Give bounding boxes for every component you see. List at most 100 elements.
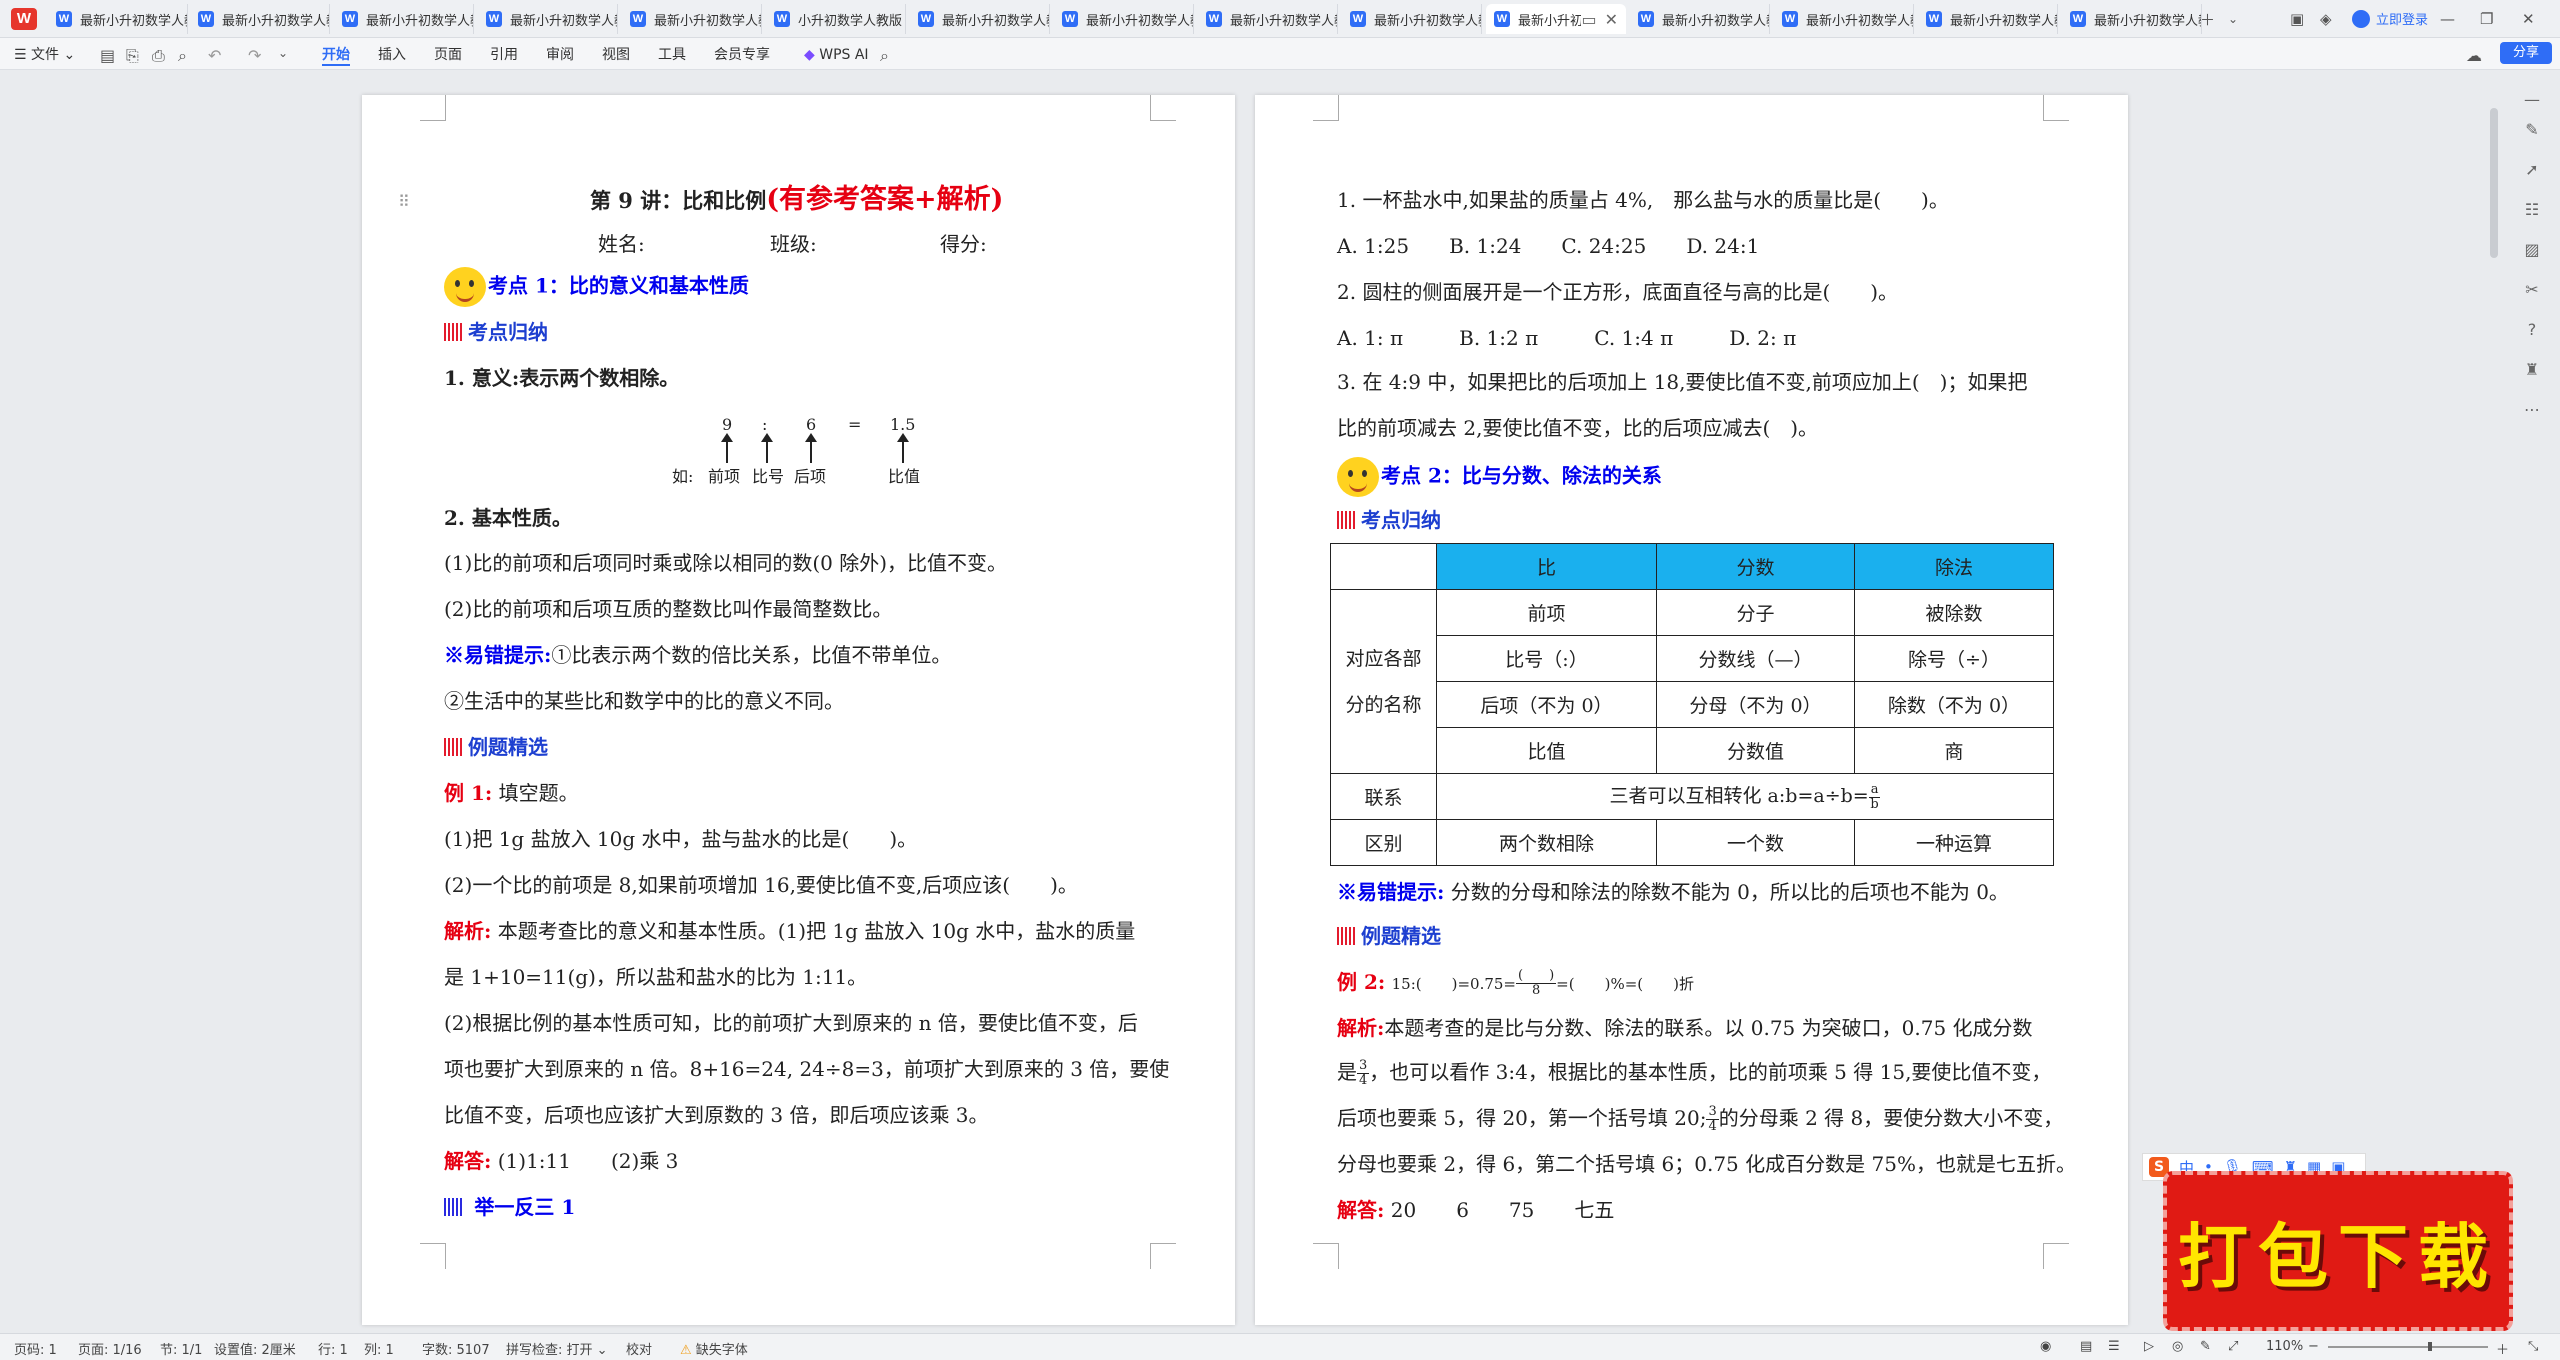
tab-list-chevron-icon[interactable]: ⌄ [2228,0,2238,38]
save-icon[interactable]: ▤ [100,46,115,65]
document-tab[interactable]: W 最新小升初数学人教 [622,4,762,34]
ribbon-tab[interactable]: 审阅 [546,44,574,66]
zoom-out-button[interactable]: − [2308,1339,2319,1354]
ribbon-tab[interactable]: 页面 [434,44,462,66]
document-page-1[interactable]: ⠿ 第 9 讲：比和比例(有参考答案+解析) 姓名: 班级: 得分: 考点 1：… [362,95,1235,1325]
table-row: 比号（:） 分数线（—） 除号（÷） [1331,635,2054,682]
play-icon[interactable]: ▷ [2144,1339,2154,1354]
document-tab[interactable]: W 最新小升初数学人教 [1054,4,1194,34]
smiley-icon [444,267,486,307]
file-menu[interactable]: ☰ 文件 ⌄ [14,44,75,66]
window-layout-icon[interactable]: ▣ [2290,0,2304,38]
page-view-icon[interactable]: ▤ [2080,1339,2092,1354]
select-cursor-icon[interactable]: ➚ [2520,158,2544,182]
table-header: 比 [1436,543,1657,590]
examples-heading: 例题精选 [444,732,548,762]
document-tab[interactable]: W 最新小升初 ▭ ✕ [1486,4,1626,34]
outline-view-icon[interactable]: ☰ [2108,1339,2120,1354]
table-cell [1330,543,1437,590]
export-icon[interactable]: ⎘ [126,46,139,66]
document-tab[interactable]: W 最新小升初数学人教 [190,4,330,34]
answer-label: 解答: [1337,1198,1385,1222]
redo-icon[interactable]: ↷ [248,46,261,65]
status-proof[interactable]: 校对 [626,1339,652,1358]
more-chevron-icon[interactable]: ⌄ [278,46,288,60]
status-missing-font[interactable]: ⚠ 缺失字体 [680,1339,748,1358]
class-label: 班级: [770,232,817,256]
share-button[interactable]: 分享 [2500,42,2552,64]
minimize-button[interactable]: — [2440,0,2455,38]
summary-heading-text: 考点归纳 [468,320,548,344]
pen-icon[interactable]: ✎ [2520,118,2544,142]
login-button[interactable]: 立即登录 [2352,9,2428,28]
fullscreen-icon[interactable]: ⤡ [2528,1339,2538,1354]
status-spell[interactable]: 拼写检查: 打开 ⌄ [506,1339,608,1358]
document-tab[interactable]: W 最新小升初数学人教 [334,4,474,34]
print-icon[interactable]: ⎙ [152,46,165,66]
search-icon[interactable]: ⌕ [880,46,889,66]
new-tab-button[interactable]: ＋ [2200,0,2215,38]
close-window-button[interactable]: ✕ [2522,0,2535,38]
ribbon-tab[interactable]: 引用 [490,44,518,66]
question-1-options: A. 1:25 B. 1:24 C. 24:25 D. 24:1 [1337,231,1759,261]
download-banner[interactable]: 打包下载 [2163,1171,2513,1331]
image-icon[interactable]: ▨ [2520,238,2544,262]
error-tip-text: 分数的分母和除法的除数不能为 0，所以比的后项也不能为 0。 [1450,880,2009,904]
status-page[interactable]: 页码: 1 [14,1339,57,1358]
help-icon[interactable]: ? [2520,318,2544,342]
web-view-icon[interactable]: ◎ [2172,1339,2183,1354]
collapse-panel-icon[interactable]: — [2520,88,2544,112]
status-setting[interactable]: 设置值: 2厘米 [214,1339,296,1358]
zoom-slider[interactable] [2328,1346,2488,1348]
ribbon-tab[interactable]: 会员专享 [714,44,770,66]
document-tab[interactable]: W 最新小升初数学人教 [478,4,618,34]
document-tab[interactable]: W 最新小升初数学人教 [2062,4,2202,34]
ribbon-tab[interactable]: 工具 [658,44,686,66]
wps-logo[interactable]: W [0,0,48,38]
analysis-3-part-a: 后项也要乘 5，得 20，第一个括号填 20; [1337,1106,1707,1130]
ribbon-tab[interactable]: 开始 [322,44,350,66]
stripe-marker-icon [1337,511,1357,529]
more-icon[interactable]: ⋯ [2520,398,2544,422]
zoom-level[interactable]: 110% [2266,1339,2303,1354]
cloud-sync-icon[interactable]: ☁ [2466,46,2482,65]
undo-icon[interactable]: ↶ [208,46,221,65]
document-tab[interactable]: W 小升初数学人教版 [766,4,906,34]
document-tab[interactable]: W 最新小升初数学人教 [1774,4,1914,34]
zoom-in-button[interactable]: ＋ [2496,1339,2509,1358]
shirt-icon[interactable]: ♜ [2520,358,2544,382]
document-tab[interactable]: W 最新小升初数学人教 [1342,4,1482,34]
status-pages[interactable]: 页面: 1/16 [78,1339,142,1358]
status-section[interactable]: 节: 1/1 [160,1339,202,1358]
drag-handle-icon[interactable]: ⠿ [398,187,410,217]
settings-sliders-icon[interactable]: ☷ [2520,198,2544,222]
tools-icon[interactable]: ✂ [2520,278,2544,302]
status-row[interactable]: 行: 1 [318,1339,348,1358]
document-tab[interactable]: W 最新小升初数学人教 [48,4,188,34]
document-tab[interactable]: W 最新小升初数学人教 [1198,4,1338,34]
tab-preview-icon[interactable]: ▭ [1581,10,1596,29]
document-page-2[interactable]: 1. 一杯盐水中,如果盐的质量占 4%, 那么盐与水的质量比是( )。 A. 1… [1255,95,2128,1325]
status-words[interactable]: 字数: 5107 [422,1339,490,1358]
restore-button[interactable]: ❐ [2480,0,2493,38]
zoom-slider-thumb[interactable] [2428,1342,2432,1351]
vertical-scrollbar[interactable] [2490,108,2498,258]
cube-icon[interactable]: ◈ [2320,0,2332,38]
section-1-title: 考点 1：比的意义和基本性质 [488,273,749,298]
wps-ai-button[interactable]: ◆ WPS AI [804,44,869,66]
status-col[interactable]: 列: 1 [364,1339,394,1358]
tab-close-icon[interactable]: ✕ [1605,10,1618,29]
row-label-names: 对应各部分的名称 [1330,589,1437,774]
option-b: B. 1:24 [1449,234,1522,258]
ribbon-tab[interactable]: 视图 [602,44,630,66]
document-tab[interactable]: W 最新小升初数学人教 [910,4,1050,34]
print-preview-icon[interactable]: ⌕ [178,46,187,66]
document-tab[interactable]: W 最新小升初数学人教 [1918,4,2058,34]
document-tab[interactable]: W 最新小升初数学人教 [1630,4,1770,34]
edit-view-icon[interactable]: ✎ [2200,1339,2211,1354]
ribbon-tab[interactable]: 插入 [378,44,406,66]
page-title: 第 9 讲：比和比例(有参考答案+解析) [590,185,1003,216]
eye-icon[interactable]: ◉ [2040,1339,2051,1354]
example-1-label: 例 1: [444,781,493,805]
fit-page-icon[interactable]: ⤢ [2228,1339,2238,1354]
